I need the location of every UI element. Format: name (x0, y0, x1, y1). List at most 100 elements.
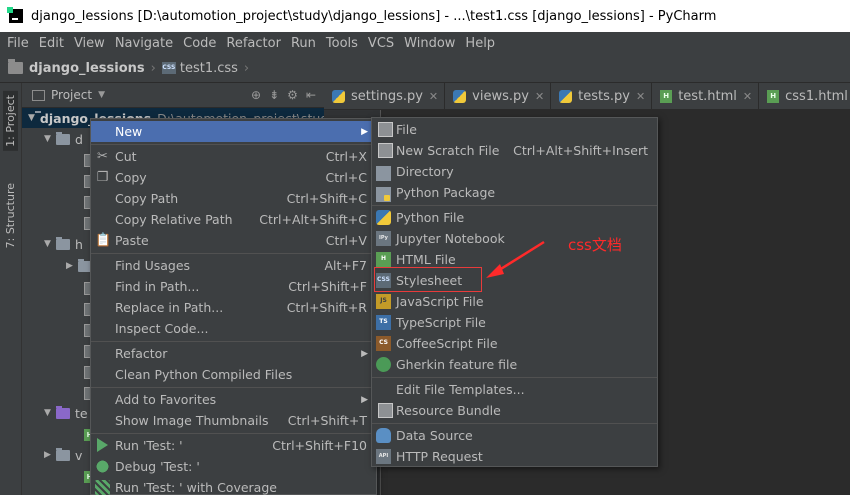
menu-edit[interactable]: Edit (34, 36, 69, 51)
coffeescript-file-icon: CS (376, 336, 391, 351)
menu-item-debug-test[interactable]: Debug 'Test: ' (91, 456, 376, 477)
menu-item-label: Debug 'Test: ' (115, 459, 200, 474)
annotation-text: css文档 (568, 236, 622, 254)
tab-views-py[interactable]: views.py ✕ (445, 83, 552, 110)
menu-tools[interactable]: Tools (321, 36, 363, 51)
pycharm-window: django_lessions [D:\automotion_project\s… (0, 0, 850, 495)
menu-item-label: Directory (396, 164, 454, 179)
tab-label: views.py (472, 89, 529, 104)
menu-item-label: Copy Relative Path (115, 212, 233, 227)
menu-item-label: New Scratch File (396, 143, 500, 158)
debug-bug-icon (95, 459, 110, 474)
tree-row[interactable]: ▼ h (44, 234, 83, 254)
close-icon[interactable]: ✕ (743, 90, 752, 103)
menu-help[interactable]: Help (460, 36, 500, 51)
expand-icon[interactable]: ▼ (28, 113, 35, 123)
javascript-file-icon: JS (376, 294, 391, 309)
menu-item-label: Run 'Test: ' with Coverage (115, 480, 277, 495)
menu-item-shortcut: Ctrl+Shift+C (286, 191, 367, 206)
menu-window[interactable]: Window (399, 36, 460, 51)
menu-file[interactable]: File (2, 36, 34, 51)
menu-item-copy[interactable]: ❐ Copy Ctrl+C (91, 167, 376, 188)
menu-item-shortcut: Ctrl+Shift+F (288, 279, 367, 294)
submenu-item-typescript-file[interactable]: TS TypeScript File (372, 312, 657, 333)
submenu-item-data-source[interactable]: Data Source (372, 425, 657, 446)
breadcrumb-project[interactable]: django_lessions (29, 61, 145, 76)
tree-row[interactable]: ▶ v (44, 445, 82, 465)
menu-item-add-to-favorites[interactable]: Add to Favorites ▶ (91, 389, 376, 410)
breadcrumb-file[interactable]: test1.css (180, 61, 238, 76)
http-request-icon: API (376, 449, 391, 464)
locate-icon[interactable]: ⊕ (251, 88, 261, 102)
submenu-item-edit-templates[interactable]: Edit File Templates... (372, 379, 657, 400)
menu-item-find-in-path[interactable]: Find in Path... Ctrl+Shift+F (91, 276, 376, 297)
submenu-item-directory[interactable]: Directory (372, 161, 657, 182)
expand-icon[interactable]: ▼ (44, 239, 56, 249)
menu-item-label: Edit File Templates... (396, 382, 525, 397)
menu-item-new[interactable]: New ▶ (91, 121, 376, 142)
menu-item-replace-in-path[interactable]: Replace in Path... Ctrl+Shift+R (91, 297, 376, 318)
tree-row[interactable]: ▼ te (44, 403, 88, 423)
menu-item-show-thumbnails[interactable]: Show Image Thumbnails Ctrl+Shift+T (91, 410, 376, 431)
tab-label: css1.html (785, 89, 848, 104)
menu-item-copy-path[interactable]: Copy Path Ctrl+Shift+C (91, 188, 376, 209)
menu-refactor[interactable]: Refactor (221, 36, 286, 51)
menu-navigate[interactable]: Navigate (110, 36, 178, 51)
tab-test-html[interactable]: H test.html ✕ (652, 83, 760, 110)
python-file-icon (332, 90, 345, 103)
gear-icon[interactable]: ⚙ (287, 88, 298, 102)
menu-vcs[interactable]: VCS (363, 36, 399, 51)
expand-icon[interactable]: ▼ (44, 134, 56, 144)
menu-item-label: Copy Path (115, 191, 179, 206)
project-tool-tab[interactable]: 1: Project (3, 91, 18, 151)
menu-item-run-with-coverage[interactable]: Run 'Test: ' with Coverage (91, 477, 376, 495)
submenu-item-scratch-file[interactable]: New Scratch File Ctrl+Alt+Shift+Insert (372, 140, 657, 161)
submenu-item-file[interactable]: File (372, 119, 657, 140)
chevron-down-icon[interactable]: ▼ (98, 90, 105, 100)
menu-item-paste[interactable]: 📋 Paste Ctrl+V (91, 230, 376, 251)
tree-item-label: d (75, 131, 83, 147)
submenu-arrow-icon: ▶ (361, 126, 368, 137)
menu-separator (91, 387, 376, 388)
menu-item-find-usages[interactable]: Find Usages Alt+F7 (91, 255, 376, 276)
tree-row[interactable]: ▼ d (44, 129, 83, 149)
collapse-icon[interactable]: ▶ (66, 261, 78, 271)
submenu-item-resource-bundle[interactable]: Resource Bundle (372, 400, 657, 421)
menu-item-inspect-code[interactable]: Inspect Code... (91, 318, 376, 339)
menu-item-copy-relative-path[interactable]: Copy Relative Path Ctrl+Alt+Shift+C (91, 209, 376, 230)
project-panel-header: Project ▼ ⊕ ⇟ ⚙ ⇤ (22, 83, 324, 108)
tab-css1-html[interactable]: H css1.html ✕ (759, 83, 850, 110)
coverage-icon (95, 480, 110, 495)
submenu-item-http-request[interactable]: API HTTP Request (372, 446, 657, 467)
close-icon[interactable]: ✕ (636, 90, 645, 103)
hide-icon[interactable]: ⇤ (306, 88, 316, 102)
menu-item-refactor[interactable]: Refactor ▶ (91, 343, 376, 364)
annotation-arrow-icon (486, 240, 545, 278)
python-file-icon (559, 90, 573, 103)
tab-tests-py[interactable]: tests.py ✕ (551, 83, 653, 110)
tab-settings-py[interactable]: settings.py ✕ (324, 83, 446, 110)
submenu-item-gherkin-file[interactable]: Gherkin feature file (372, 354, 657, 375)
submenu-item-python-package[interactable]: Python Package (372, 182, 657, 203)
menu-code[interactable]: Code (178, 36, 221, 51)
close-icon[interactable]: ✕ (535, 90, 544, 103)
tab-label: tests.py (578, 89, 630, 104)
submenu-item-coffeescript-file[interactable]: CS CoffeeScript File (372, 333, 657, 354)
collapse-all-icon[interactable]: ⇟ (269, 88, 279, 102)
menu-run[interactable]: Run (286, 36, 321, 51)
breadcrumb-separator-icon: › (243, 60, 250, 76)
menu-item-label: Show Image Thumbnails (115, 413, 269, 428)
menu-item-run-test[interactable]: Run 'Test: ' Ctrl+Shift+F10 (91, 435, 376, 456)
typescript-file-icon: TS (376, 315, 391, 330)
project-panel-title[interactable]: Project (51, 88, 92, 102)
close-icon[interactable]: ✕ (429, 90, 438, 103)
collapse-icon[interactable]: ▶ (44, 450, 56, 460)
expand-icon[interactable]: ▼ (44, 408, 56, 418)
structure-tool-tab[interactable]: 7: Structure (3, 179, 18, 252)
menu-item-cut[interactable]: ✂ Cut Ctrl+X (91, 146, 376, 167)
menu-view[interactable]: View (69, 36, 110, 51)
menu-item-label: Replace in Path... (115, 300, 224, 315)
submenu-item-javascript-file[interactable]: JS JavaScript File (372, 291, 657, 312)
submenu-item-python-file[interactable]: Python File (372, 207, 657, 228)
menu-item-clean-compiled[interactable]: Clean Python Compiled Files (91, 364, 376, 385)
